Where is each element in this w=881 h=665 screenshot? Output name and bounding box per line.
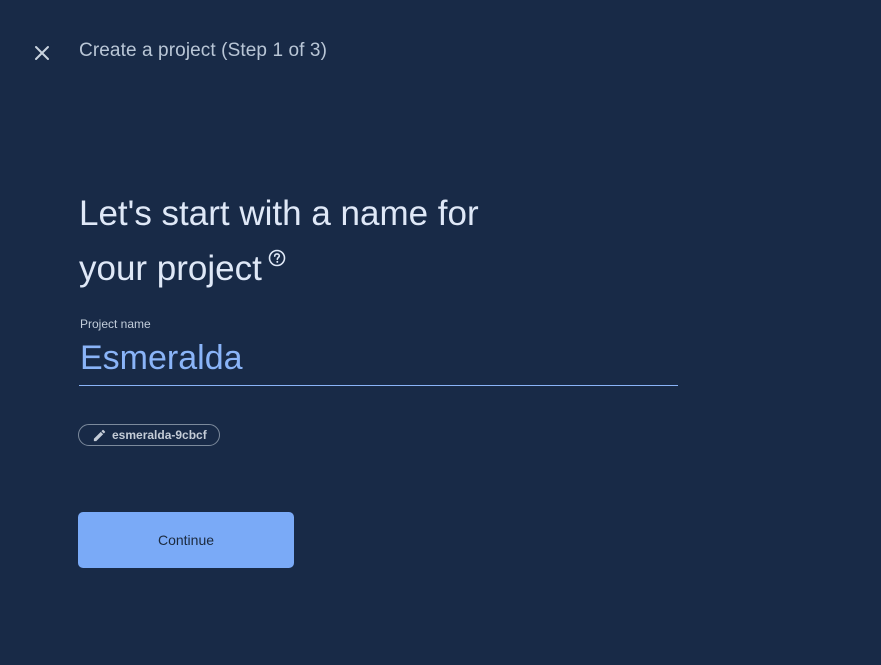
project-name-label: Project name [80,317,151,331]
close-button[interactable] [26,37,58,69]
close-icon [35,46,49,60]
page-title: Create a project (Step 1 of 3) [79,40,328,61]
heading-line-2: your project [79,241,599,296]
project-id-text: esmeralda-9cbcf [112,428,207,442]
create-project-page: Create a project (Step 1 of 3) Let's sta… [0,0,881,665]
project-heading: Let's start with a name for your project [79,186,599,296]
heading-line-1: Let's start with a name for [79,194,479,233]
project-id-chip[interactable]: esmeralda-9cbcf [78,424,220,446]
heading-line-2-text: your project [79,249,262,288]
help-circle-icon[interactable] [268,249,286,267]
pencil-icon [92,428,107,443]
project-name-input[interactable] [79,332,678,386]
continue-button[interactable]: Continue [78,512,294,568]
